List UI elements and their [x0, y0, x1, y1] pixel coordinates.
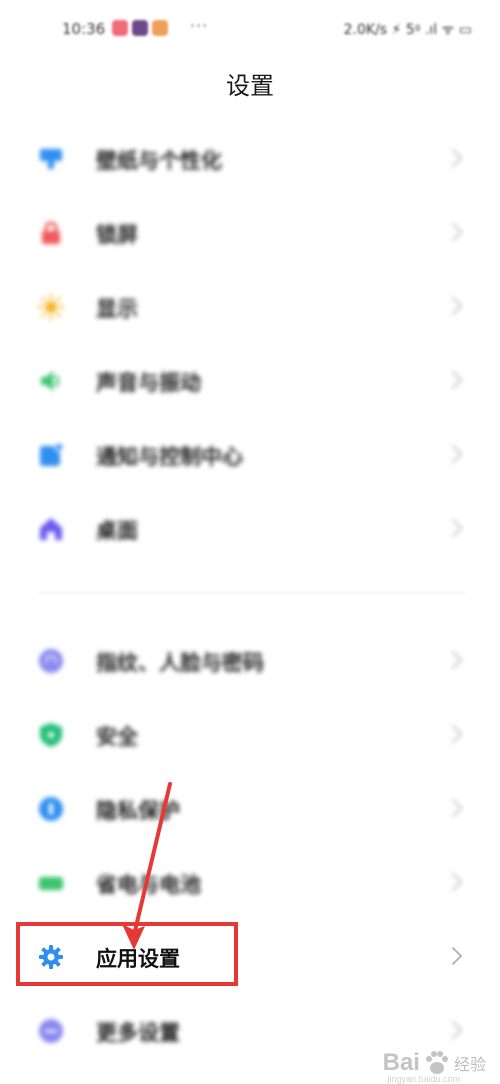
app-notification-icon [132, 20, 148, 36]
battery-icon [39, 877, 63, 890]
status-indicators: 2.0K/s ⚡ 5ᵍ .ıl ᯤ ▭ [343, 22, 472, 38]
status-app-icons [112, 20, 168, 36]
watermark-brand: Bai [382, 1049, 420, 1076]
settings-item-label: 声音与振动 [96, 371, 201, 395]
app-notification-icon [152, 20, 168, 36]
more-icon [39, 1019, 63, 1043]
chevron-right-icon [451, 798, 463, 818]
chevron-right-icon [451, 1020, 463, 1040]
settings-item-desktop[interactable]: 桌面 [0, 492, 500, 566]
home-icon [40, 518, 62, 540]
settings-item-sound[interactable]: 声音与振动 [0, 344, 500, 418]
settings-item-label: 通知与控制中心 [96, 445, 243, 469]
settings-item-label: 安全 [96, 725, 138, 749]
privacy-icon [39, 797, 63, 821]
speaker-icon [41, 371, 60, 391]
notification-icon [40, 442, 64, 466]
status-time: 10:36 [62, 20, 106, 38]
status-bar: 10:36 ··· 2.0K/s ⚡ 5ᵍ .ıl ᯤ ▭ [0, 0, 500, 62]
settings-item-notifications[interactable]: 通知与控制中心 [0, 418, 500, 492]
settings-item-label: 省电与电池 [96, 873, 201, 897]
settings-item-battery[interactable]: 省电与电池 [0, 846, 500, 920]
chevron-right-icon [452, 947, 463, 965]
settings-item-privacy[interactable]: 隐私保护 [0, 772, 500, 846]
chevron-right-icon [451, 444, 463, 464]
settings-item-lockscreen[interactable]: 锁屏 [0, 196, 500, 270]
chevron-right-icon [451, 872, 463, 892]
watermark-suffix: 经验 [453, 1055, 486, 1074]
settings-item-label: 更多设置 [96, 1021, 180, 1045]
settings-item-label: 隐私保护 [96, 799, 180, 823]
highlight-box [16, 922, 238, 986]
sun-icon [38, 294, 64, 320]
settings-item-label: 显示 [96, 297, 138, 321]
settings-item-label: 壁纸与个性化 [96, 149, 222, 173]
settings-item-wallpaper[interactable]: 壁纸与个性化 [0, 122, 500, 196]
chevron-right-icon [451, 518, 463, 538]
shield-icon [40, 723, 62, 747]
settings-item-label: 锁屏 [96, 223, 138, 247]
chevron-right-icon [451, 148, 463, 168]
watermark-url: jingyan.baidu.com [387, 1074, 460, 1084]
chevron-right-icon [451, 296, 463, 316]
status-more-icon: ··· [190, 16, 209, 35]
settings-item-fingerprint[interactable]: 指纹、人脸与密码 [0, 624, 500, 698]
settings-item-display[interactable]: 显示 [0, 270, 500, 344]
chevron-right-icon [451, 370, 463, 390]
lock-icon [42, 221, 60, 244]
app-notification-icon [112, 20, 128, 36]
chevron-right-icon [451, 650, 463, 670]
chevron-right-icon [451, 222, 463, 242]
group-divider [38, 592, 466, 593]
settings-item-label: 指纹、人脸与密码 [96, 651, 264, 675]
settings-item-security[interactable]: 安全 [0, 698, 500, 772]
settings-item-label: 桌面 [96, 519, 138, 543]
chevron-right-icon [451, 724, 463, 744]
wallpaper-icon [40, 149, 62, 169]
page-title: 设置 [226, 72, 274, 100]
fingerprint-icon [39, 649, 63, 673]
